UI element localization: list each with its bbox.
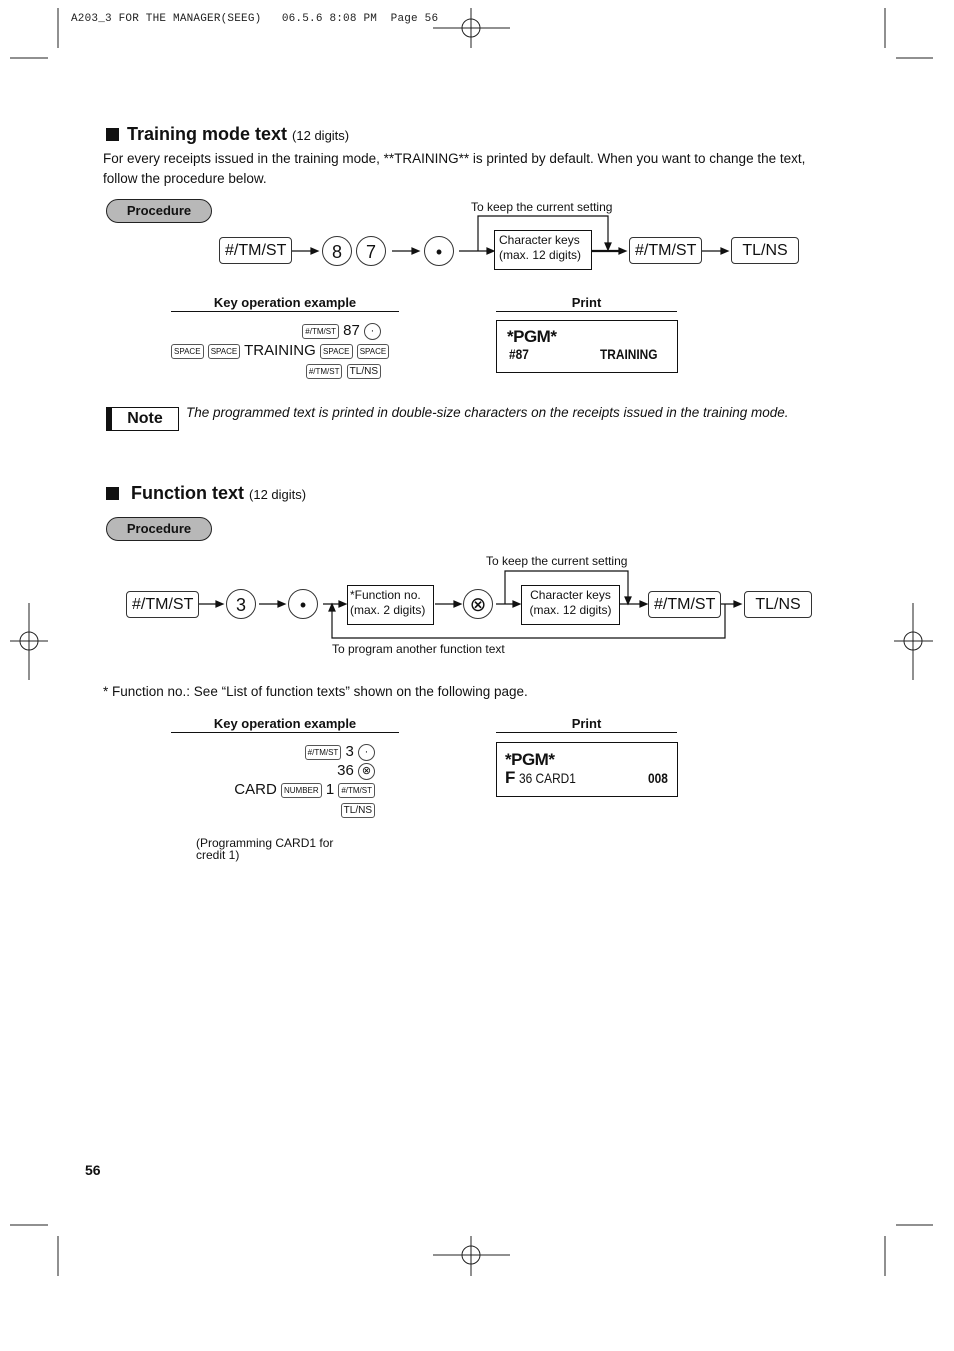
- print-header-label-2: Print: [496, 716, 677, 733]
- note-badge: Note: [106, 407, 179, 431]
- section-bullet-icon: [106, 487, 119, 500]
- key-operation-header: Key operation example: [171, 295, 399, 312]
- mini-key-space: SPACE: [171, 343, 204, 359]
- mini-key-space: SPACE: [356, 343, 390, 359]
- mini-key-tm-st: #/TM/ST: [305, 363, 343, 379]
- mini-key-dot: ·: [364, 322, 381, 340]
- key-tl-ns-2[interactable]: TL/NS: [744, 591, 812, 618]
- mini-key-space: SPACE: [207, 343, 241, 359]
- op-line-1: #/TM/ST 3 ·: [171, 743, 375, 761]
- mini-key-tm-st: #/TM/ST: [338, 782, 375, 798]
- key-multiply-x[interactable]: ⊗: [463, 589, 493, 619]
- mini-key-tm-st: #/TM/ST: [302, 323, 339, 339]
- mini-key-tl-ns: TL/NS: [340, 802, 375, 818]
- procedure-badge-2: Procedure: [106, 517, 212, 541]
- section-title-training: Training mode text (12 digits): [106, 124, 349, 145]
- print-sample-training: *PGM* #87 TRAINING: [496, 320, 678, 373]
- op-line-1: #/TM/ST 87 ·: [171, 322, 381, 340]
- print-header-label: Print: [496, 295, 677, 312]
- loop-label: To program another function text: [332, 642, 505, 656]
- key-dot[interactable]: •: [424, 236, 454, 266]
- key-tl-ns[interactable]: TL/NS: [731, 237, 799, 264]
- bypass-label: To keep the current setting: [471, 200, 613, 214]
- example-caption: (Programming CARD1 for credit 1): [196, 836, 334, 862]
- key-7[interactable]: 7: [356, 236, 386, 266]
- print-sample-function: *PGM* F 36 CARD1 008: [496, 742, 678, 797]
- op-line-3: CARD NUMBER 1 #/TM/ST: [171, 781, 375, 798]
- key-tm-st-4[interactable]: #/TM/ST: [648, 591, 722, 618]
- bypass-label-2: To keep the current setting: [486, 554, 628, 568]
- mini-key-x: ⊗: [358, 762, 375, 780]
- print-header: A203_3 FOR THE MANAGER(SEEG) 06.5.6 8:08…: [71, 13, 439, 25]
- section-bullet-icon: [106, 128, 119, 141]
- mini-key-number: NUMBER: [280, 782, 322, 798]
- page-number: 56: [85, 1162, 101, 1178]
- op-line-4: TL/NS: [171, 801, 375, 818]
- function-no-box: *Function no. (max. 2 digits): [347, 585, 434, 625]
- key-dot-2[interactable]: •: [288, 589, 318, 619]
- procedure-badge: Procedure: [106, 199, 212, 223]
- mini-key-dot: ·: [358, 743, 375, 761]
- key-tm-st[interactable]: #/TM/ST: [219, 237, 293, 264]
- key-8[interactable]: 8: [322, 236, 352, 266]
- op-line-2: SPACE SPACE TRAINING SPACE SPACE: [171, 342, 390, 359]
- key-3[interactable]: 3: [226, 589, 256, 619]
- character-keys-box: Character keys (max. 12 digits): [494, 230, 592, 270]
- character-keys-box-2: Character keys (max. 12 digits): [521, 585, 620, 625]
- training-description: For every receipts issued in the trainin…: [103, 151, 806, 186]
- mini-key-tm-st: #/TM/ST: [304, 744, 342, 760]
- key-tm-st-3[interactable]: #/TM/ST: [126, 591, 200, 618]
- mini-key-space: SPACE: [319, 343, 353, 359]
- key-tm-st-2[interactable]: #/TM/ST: [629, 237, 703, 264]
- key-operation-header-2: Key operation example: [171, 716, 399, 733]
- note-text: The programmed text is printed in double…: [186, 405, 789, 420]
- op-line-2: 36 ⊗: [171, 762, 375, 780]
- footnote: * Function no.: See “List of function te…: [103, 684, 528, 699]
- section-title-function: Function text (12 digits): [106, 483, 306, 504]
- op-line-3: #/TM/ST TL/NS: [171, 362, 381, 379]
- mini-key-tl-ns: TL/NS: [346, 363, 381, 379]
